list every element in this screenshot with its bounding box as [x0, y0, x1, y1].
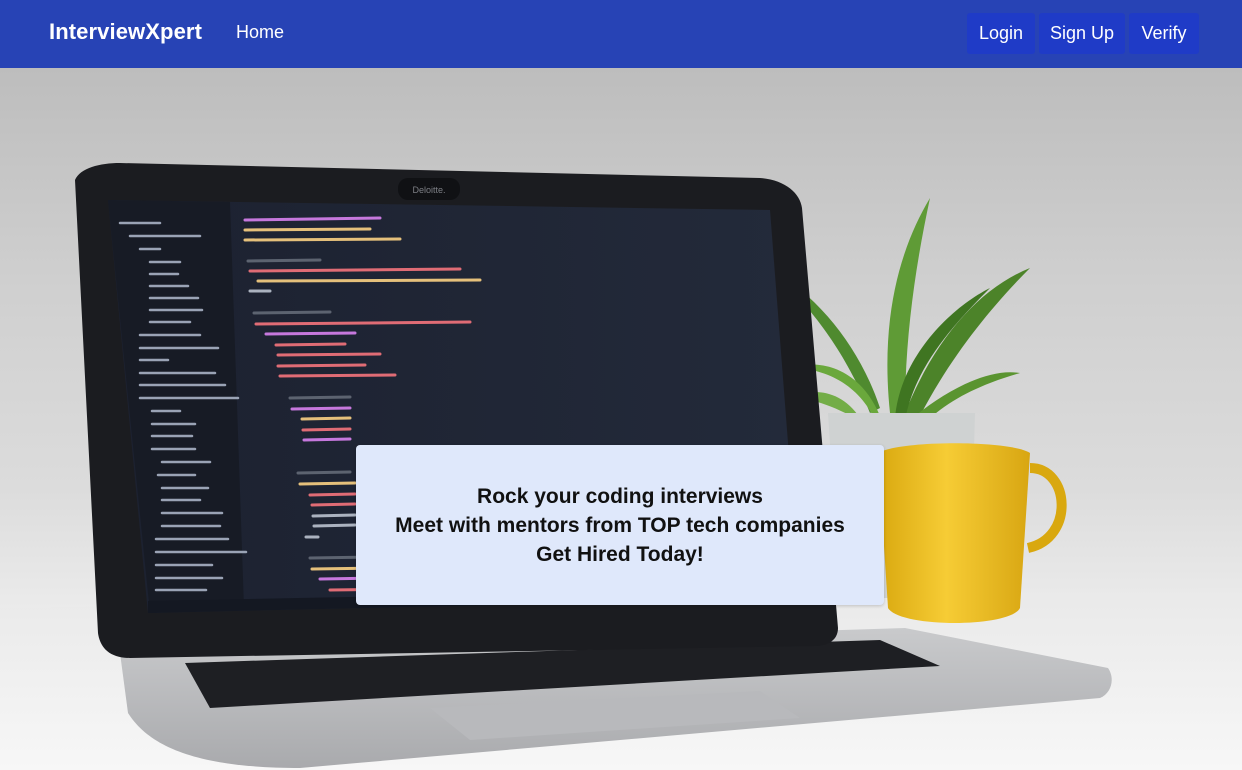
- login-button[interactable]: Login: [967, 13, 1035, 54]
- brand-logo[interactable]: InterviewXpert: [49, 19, 202, 45]
- hero-headline: Rock your coding interviews: [477, 484, 763, 508]
- hero-section: Deloitte. Rock your coding interviews Me…: [0, 68, 1242, 770]
- sign-up-button[interactable]: Sign Up: [1039, 13, 1125, 54]
- hero-subheadline: Meet with mentors from TOP tech companie…: [395, 513, 845, 537]
- bezel-label: Deloitte.: [412, 185, 445, 195]
- nav-link-home[interactable]: Home: [236, 22, 284, 43]
- hero-background-image: Deloitte.: [0, 163, 1242, 770]
- top-navbar: InterviewXpert Home Login Sign Up Verify: [0, 0, 1242, 68]
- verify-button[interactable]: Verify: [1129, 13, 1199, 54]
- hero-cta-text: Get Hired Today!: [536, 542, 704, 566]
- hero-card: Rock your coding interviews Meet with me…: [356, 445, 884, 605]
